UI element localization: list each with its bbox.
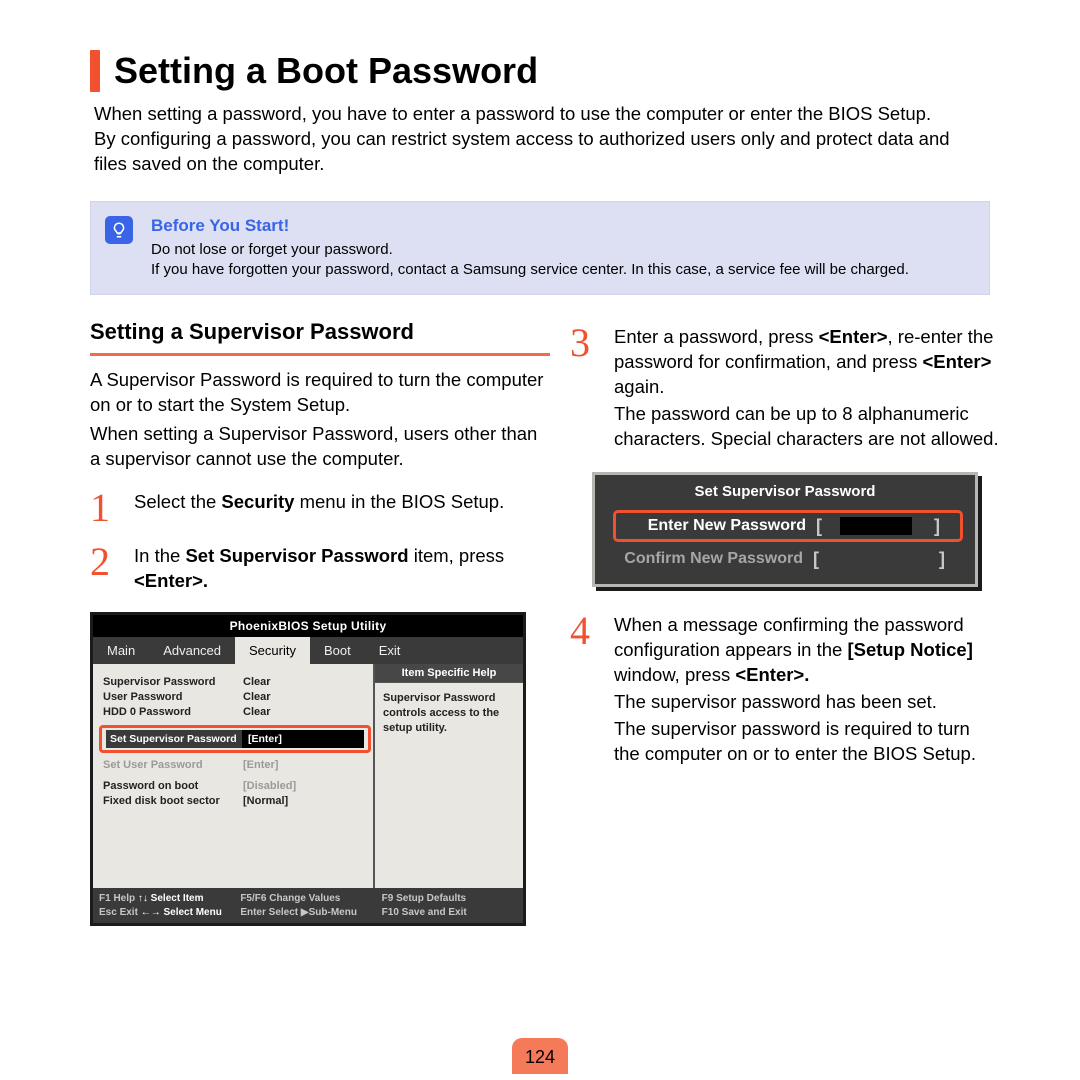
bios-tab-main: Main <box>93 637 149 664</box>
step-text: Enter a password, press <box>614 326 819 347</box>
bios-highlight-value: [Enter] <box>242 730 364 748</box>
step-key: <Enter> <box>922 351 991 372</box>
step-bold: Set Supervisor Password <box>185 545 408 566</box>
dialog-row-enter: Enter New Password [ ] <box>613 510 963 542</box>
bios-tabs: Main Advanced Security Boot Exit <box>93 637 523 664</box>
bios-item-value: [Normal] <box>243 795 367 807</box>
bios-setup-screenshot: PhoenixBIOS Setup Utility Main Advanced … <box>90 612 550 926</box>
dialog-title: Set Supervisor Password <box>595 475 975 510</box>
bios-item-value: Clear <box>243 706 367 718</box>
bios-item-value: [Disabled] <box>243 780 367 792</box>
bios-tab-exit: Exit <box>365 637 415 664</box>
bracket-close: ] <box>939 549 963 570</box>
bios-footer-legend: F1 Help ↑↓ Select Item Esc Exit ←→ Selec… <box>93 888 523 923</box>
step-text: The supervisor password is required to t… <box>614 718 976 764</box>
bios-item-label: HDD 0 Password <box>103 706 243 718</box>
step-text: window, press <box>614 664 735 685</box>
dialog-label: Enter New Password <box>616 517 816 535</box>
step-2: 2 In the Set Supervisor Password item, p… <box>90 544 550 594</box>
step-text: item, press <box>409 545 505 566</box>
title-accent-bar <box>90 50 100 92</box>
bios-item-value: Clear <box>243 691 367 703</box>
bios-title: PhoenixBIOS Setup Utility <box>93 615 523 637</box>
info-line-2: If you have forgotten your password, con… <box>151 260 975 280</box>
dialog-label: Confirm New Password <box>613 550 813 568</box>
bios-help-body: Supervisor Password controls access to t… <box>375 683 523 744</box>
bios-highlight-label: Set Supervisor Password <box>106 730 242 748</box>
intro-paragraph: When setting a password, you have to ent… <box>94 102 984 177</box>
step-4: 4 When a message confirming the password… <box>570 613 1000 767</box>
bios-footer-key: ←→ Select Menu <box>141 907 222 918</box>
bios-footer-key: F1 Help <box>99 893 135 904</box>
bracket-open: [ <box>816 516 840 537</box>
bios-item-label: User Password <box>103 691 243 703</box>
step-3: 3 Enter a password, press <Enter>, re-en… <box>570 325 1000 452</box>
bios-footer-key: Esc Exit <box>99 907 138 918</box>
step-key: <Enter>. <box>735 664 809 685</box>
step-number: 4 <box>570 613 606 767</box>
step-text: again. <box>614 376 664 397</box>
step-number: 1 <box>90 490 126 526</box>
bios-tab-advanced: Advanced <box>149 637 235 664</box>
bios-help-title: Item Specific Help <box>375 664 523 683</box>
bios-highlighted-row: Set Supervisor Password [Enter] <box>99 725 371 753</box>
step-bold: [Setup Notice] <box>847 639 972 660</box>
step-1: 1 Select the Security menu in the BIOS S… <box>90 490 550 526</box>
step-text: The password can be up to 8 alphanumeric… <box>614 403 999 449</box>
info-callout: Before You Start! Do not lose or forget … <box>90 201 990 296</box>
bios-item-label: Supervisor Password <box>103 676 243 688</box>
step-key: <Enter> <box>819 326 888 347</box>
step-key: <Enter>. <box>134 570 208 591</box>
bios-item-value: [Enter] <box>243 759 367 771</box>
step-text: Select the <box>134 491 221 512</box>
bios-password-dialog: Set Supervisor Password Enter New Passwo… <box>570 472 1000 587</box>
page-number: 124 <box>525 1047 555 1068</box>
info-heading: Before You Start! <box>151 216 975 236</box>
info-line-1: Do not lose or forget your password. <box>151 240 975 260</box>
bios-footer-key: ↑↓ Select Item <box>138 893 204 904</box>
password-field <box>840 517 912 535</box>
bios-footer-key: F9 Setup Defaults <box>382 893 466 904</box>
section-heading: Setting a Supervisor Password <box>90 319 550 356</box>
section-desc-1: A Supervisor Password is required to tur… <box>90 368 550 418</box>
step-number: 2 <box>90 544 126 594</box>
bios-tab-security: Security <box>235 637 310 664</box>
bios-item-label: Fixed disk boot sector <box>103 795 243 807</box>
section-desc-2: When setting a Supervisor Password, user… <box>90 422 550 472</box>
step-text: menu in the BIOS Setup. <box>294 491 504 512</box>
step-bold: Security <box>221 491 294 512</box>
lightbulb-icon <box>105 216 133 244</box>
bios-tab-boot: Boot <box>310 637 365 664</box>
bios-item-label: Password on boot <box>103 780 243 792</box>
bracket-open: [ <box>813 549 837 570</box>
bios-item-value: Clear <box>243 676 367 688</box>
step-text: In the <box>134 545 185 566</box>
bios-footer-key: F5/F6 Change Values <box>240 893 340 904</box>
bracket-close: ] <box>934 516 958 537</box>
bios-item-label: Set User Password <box>103 759 243 771</box>
page-title: Setting a Boot Password <box>114 50 538 92</box>
step-number: 3 <box>570 325 606 452</box>
bios-footer-key: F10 Save and Exit <box>382 907 467 918</box>
dialog-row-confirm: Confirm New Password [ ] <box>613 548 963 570</box>
bios-footer-key: Enter Select ▶Sub-Menu <box>240 907 357 918</box>
step-text: The supervisor password has been set. <box>614 691 937 712</box>
